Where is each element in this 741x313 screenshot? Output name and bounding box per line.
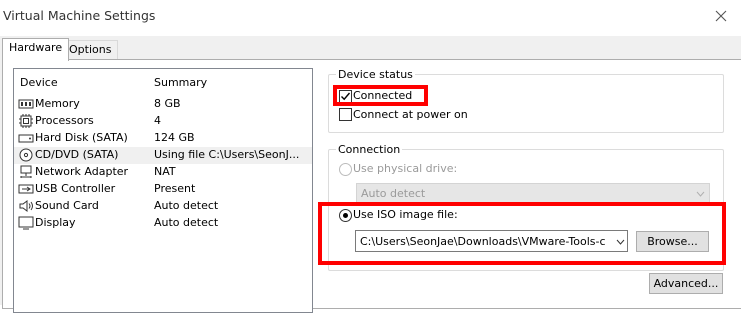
physical-drive-radio[interactable] [339, 163, 352, 176]
connected-label[interactable]: Connected [353, 89, 412, 102]
tab-hardware[interactable]: Hardware [2, 38, 70, 61]
device-summary: Using file C:\Users\SeonJ... [154, 148, 300, 161]
checkmark-icon [341, 92, 351, 101]
usb-icon [18, 184, 34, 194]
iso-path-combo[interactable]: C:\Users\SeonJae\Downloads\VMware-Tools-… [355, 230, 628, 252]
close-icon [715, 10, 727, 22]
close-button[interactable] [701, 0, 741, 32]
device-summary: 4 [154, 114, 161, 127]
device-summary: Auto detect [154, 216, 219, 229]
device-row-sound-card[interactable]: Sound Card Auto detect [14, 198, 312, 215]
tab-options-label: Options [69, 43, 112, 56]
device-column-header[interactable]: Device [20, 76, 58, 89]
summary-column-header[interactable]: Summary [154, 76, 207, 89]
advanced-button[interactable]: Advanced... [649, 273, 723, 294]
device-row-cd-dvd[interactable]: CD/DVD (SATA) Using file C:\Users\SeonJ.… [14, 147, 312, 164]
tab-hardware-label: Hardware [9, 41, 63, 54]
processor-icon [19, 114, 33, 128]
device-summary: 124 GB [154, 131, 195, 144]
connected-checkbox[interactable] [339, 90, 352, 103]
tab-options[interactable]: Options [62, 40, 119, 59]
device-summary: 8 GB [154, 97, 181, 110]
radio-selected-dot [343, 213, 348, 218]
display-icon [18, 216, 34, 230]
memory-icon [18, 99, 34, 109]
device-row-hard-disk[interactable]: Hard Disk (SATA) 124 GB [14, 130, 312, 147]
cd-dvd-icon [19, 148, 33, 162]
device-name: Memory [35, 97, 80, 110]
chevron-down-icon [696, 191, 705, 197]
device-list[interactable]: Device Summary Memory 8 GB Processors 4 … [13, 68, 313, 313]
physical-drive-select[interactable]: Auto detect [356, 183, 710, 203]
device-row-processors[interactable]: Processors 4 [14, 113, 312, 130]
device-summary: Present [154, 182, 196, 195]
device-row-network-adapter[interactable]: Network Adapter NAT [14, 164, 312, 181]
device-list-header: Device Summary [14, 76, 312, 92]
device-row-memory[interactable]: Memory 8 GB [14, 96, 312, 113]
device-row-usb-controller[interactable]: USB Controller Present [14, 181, 312, 198]
iso-path-value: C:\Users\SeonJae\Downloads\VMware-Tools-… [360, 235, 606, 248]
device-name: USB Controller [35, 182, 116, 195]
advanced-button-label: Advanced... [653, 277, 719, 290]
window-title: Virtual Machine Settings [3, 8, 156, 23]
device-name: Display [35, 216, 76, 229]
sound-card-icon [19, 200, 33, 212]
device-name: Sound Card [35, 199, 99, 212]
device-summary: Auto detect [154, 199, 219, 212]
device-row-display[interactable]: Display Auto detect [14, 215, 312, 232]
device-name: Processors [35, 114, 94, 127]
title-bar: Virtual Machine Settings [0, 0, 741, 32]
physical-drive-value: Auto detect [361, 187, 426, 200]
network-adapter-icon [20, 165, 32, 178]
chevron-down-icon[interactable] [616, 239, 625, 245]
connect-at-power-on-checkbox[interactable] [339, 108, 352, 121]
hard-disk-icon [18, 134, 34, 143]
device-name: CD/DVD (SATA) [35, 148, 119, 161]
iso-image-label[interactable]: Use ISO image file: [353, 208, 458, 221]
device-name: Network Adapter [35, 165, 129, 178]
browse-button-label: Browse... [647, 235, 698, 248]
iso-image-radio[interactable] [339, 209, 352, 222]
browse-button[interactable]: Browse... [636, 231, 709, 252]
device-name: Hard Disk (SATA) [35, 131, 128, 144]
connection-title: Connection [336, 143, 403, 156]
device-status-title: Device status [336, 68, 415, 81]
connect-at-power-on-label[interactable]: Connect at power on [353, 108, 468, 121]
device-summary: NAT [154, 165, 176, 178]
physical-drive-label[interactable]: Use physical drive: [353, 162, 457, 175]
device-status-group: Device status [328, 68, 724, 133]
